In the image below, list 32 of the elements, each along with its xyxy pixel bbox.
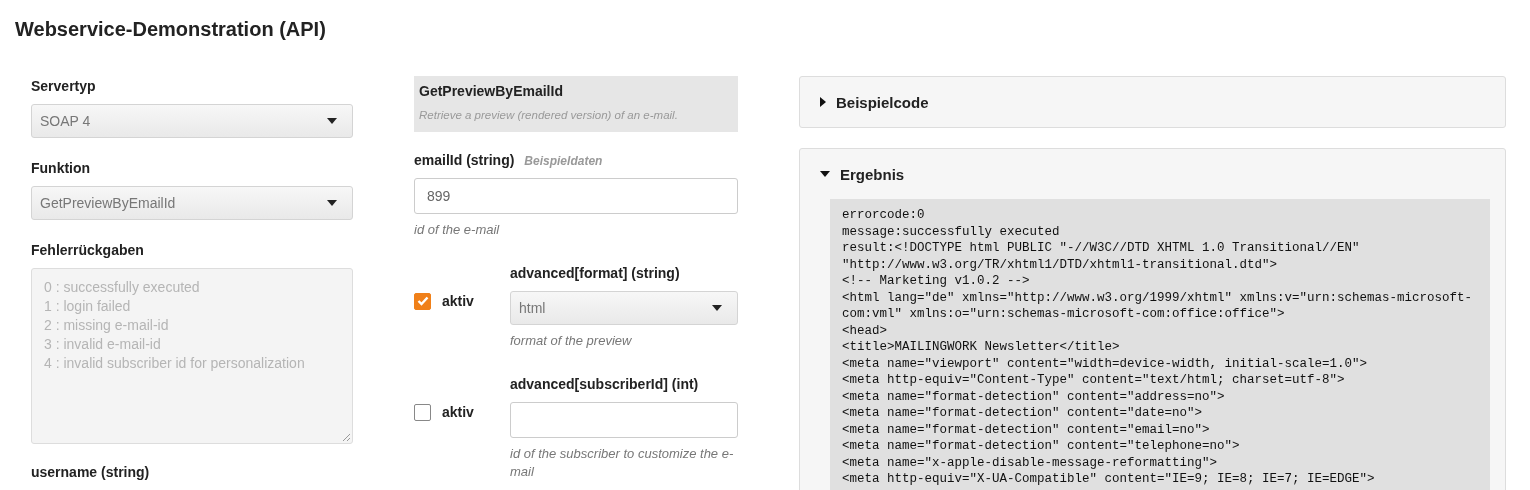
caret-down-icon [820, 171, 830, 177]
parameter-hint: id of the subscriber to customize the e-mail [510, 445, 735, 481]
result-code-block: errorcode:0 message:successfully executed result:<!DOCTYPE html PUBLIC "-//W3C//DTD XHTML 1.0 Transitional//EN" "http://www.w3.org/TR/xhtml1/DTD/xhtml1-transitional.dtd"> <!-- Marketing v1.0.2 --> <html lang="de" xmlns="http://www.w3.org/1999/xhtml" xmlns:v="urn:schemas-microsoft-com:vml" xmlns:o="urn:schemas-microsoft-com:office:office"> <head> <title>MAILINGWORK Newsletter</title> <meta name="viewport" content="width=device-width, initial-scale=1.0"> <meta http-equiv="Content-Type" content="text/html; charset=utf-8"> <meta name="format-detection" content="address=no"> <meta name="format-detection" content="date=no"> <meta name="format-detection" content="email=no"> <meta name="format-detection" content="telephone=no"> <meta name="x-apple-disable-message-reformatting"> <meta http-equiv="X-UA-Compatible" content="IE=9; IE=8; IE=7; IE=EDGE"> [830, 199, 1490, 490]
caret-icon [712, 305, 722, 311]
field-label: Funktion [31, 160, 92, 178]
checkbox-label: aktiv [442, 293, 474, 309]
input-field[interactable] [510, 402, 738, 438]
sample-data-link[interactable]: Beispieldaten [524, 154, 603, 168]
page-title: Webservice-Demonstration (API) [14, 17, 327, 42]
caret-icon [327, 200, 337, 206]
parameter-hint: format of the preview [510, 332, 633, 350]
checkbox-label: aktiv [442, 404, 474, 420]
format-select[interactable]: html [510, 291, 738, 325]
function-select[interactable]: GetPreviewByEmailId [31, 186, 353, 220]
parameter-hint: id of the e-mail [414, 221, 501, 239]
parameter-label: advanced[format] (string) [510, 265, 680, 281]
caret-icon [327, 118, 337, 124]
field-label: Servertyp [31, 78, 97, 96]
function-description: Retrieve a preview (rendered version) of an e-mail. [419, 109, 679, 121]
server-type-select[interactable]: SOAP 4 [31, 104, 353, 138]
checkbox[interactable] [414, 292, 431, 310]
input-field[interactable]: 899 [414, 178, 738, 214]
field-label: username (string) [31, 464, 151, 482]
parameter-label: advanced[subscriberId] (int) [510, 376, 699, 392]
function-name: GetPreviewByEmailId [419, 82, 564, 100]
caret-right-icon [820, 97, 826, 107]
resize-grip-icon[interactable] [342, 433, 350, 441]
parameter-label: emailId (string) [414, 152, 515, 168]
checkbox[interactable] [414, 403, 431, 421]
accordion-header[interactable]: Beispielcode [800, 77, 1505, 127]
field-label: Fehlerrückgaben [31, 242, 145, 260]
accordion-header[interactable]: Ergebnis [800, 149, 1505, 199]
